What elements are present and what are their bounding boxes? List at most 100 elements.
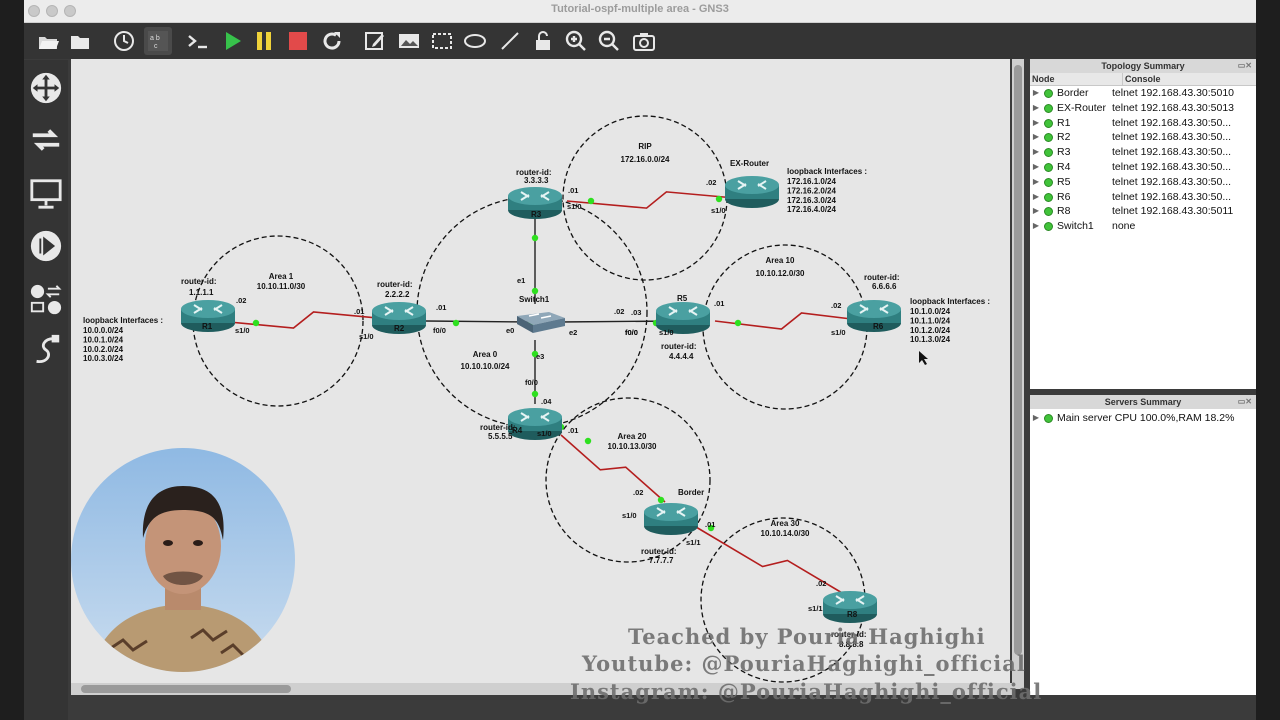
node-name: R8 — [1057, 205, 1071, 218]
interface-label: s1/0 — [537, 429, 552, 438]
router-id-label: router-id: — [864, 273, 900, 282]
browse-all-devices-button[interactable] — [28, 282, 64, 318]
stop-all-button[interactable] — [284, 27, 312, 55]
expand-arrow-icon[interactable]: ▶ — [1030, 219, 1042, 234]
browse-routers-button[interactable] — [28, 70, 64, 106]
expand-arrow-icon[interactable]: ▶ — [1030, 160, 1042, 175]
switch-name: Switch1 — [519, 295, 550, 304]
port-status-dot — [531, 234, 539, 242]
node-name: Border — [1057, 87, 1089, 99]
server-row[interactable]: ▶ Main server CPU 100.0%,RAM 18.2% — [1030, 411, 1256, 426]
draw-ellipse-button[interactable] — [461, 27, 489, 55]
area-boundary-rip[interactable] — [562, 115, 728, 281]
topology-row[interactable]: ▶ R2 telnet 192.168.43.30:50... — [1030, 130, 1256, 145]
screenshot-button[interactable] — [630, 27, 658, 55]
port-status-dot — [531, 287, 539, 295]
interface-label: s1/0 — [711, 206, 726, 215]
router-name-r8: R8 — [847, 610, 858, 619]
topology-row[interactable]: ▶ R1 telnet 192.168.43.30:50... — [1030, 116, 1256, 131]
link-r2-switch[interactable] — [425, 320, 534, 323]
router-node-border[interactable] — [644, 503, 698, 535]
topology-row[interactable]: ▶ Switch1 none — [1030, 219, 1256, 234]
router-id-value: 2.2.2.2 — [385, 290, 410, 299]
expand-arrow-icon[interactable]: ▶ — [1030, 116, 1042, 131]
rectangle-icon — [432, 33, 452, 49]
switch-node-switch1[interactable] — [517, 312, 565, 333]
topology-row[interactable]: ▶ EX-Router telnet 192.168.43.30:5013 — [1030, 101, 1256, 116]
draw-line-button[interactable] — [496, 27, 524, 55]
browse-security-devices-button[interactable] — [28, 228, 64, 264]
port-status-dot — [531, 390, 539, 398]
status-up-icon — [1044, 133, 1053, 143]
reload-all-button[interactable] — [318, 27, 346, 55]
console-all-button[interactable] — [184, 27, 212, 55]
watermark-instagram: Instagram: @PouriaHaghighi_official — [570, 679, 1043, 704]
dock-float-icon[interactable]: ▭✕ — [1238, 395, 1252, 409]
area-subnet-area0: 10.10.10.0/24 — [461, 362, 510, 371]
router-name-r1: R1 — [202, 322, 213, 331]
open-project-button[interactable] — [34, 27, 62, 55]
node-name: R2 — [1057, 131, 1071, 144]
open-folder-button[interactable] — [66, 27, 94, 55]
edit-icon — [365, 32, 384, 50]
column-node[interactable]: Node — [1030, 73, 1122, 85]
port-status-dot — [252, 319, 260, 327]
expand-arrow-icon[interactable]: ▶ — [1030, 175, 1042, 190]
area-subnet-area30: 10.10.14.0/30 — [761, 529, 810, 538]
expand-arrow-icon[interactable]: ▶ — [1030, 101, 1042, 116]
browse-switches-button[interactable] — [28, 122, 64, 158]
port-status-dot — [715, 195, 723, 203]
router-id-label: router-id: — [661, 342, 697, 351]
dock-float-icon[interactable]: ▭✕ — [1238, 59, 1252, 73]
vertical-scroll-thumb[interactable] — [1014, 65, 1022, 655]
camera-icon — [633, 33, 655, 51]
expand-arrow-icon[interactable]: ▶ — [1030, 86, 1042, 101]
area-boundary-area0[interactable] — [416, 196, 648, 428]
add-link-button[interactable] — [28, 332, 64, 368]
ellipse-icon — [464, 34, 486, 48]
zoom-out-button[interactable] — [595, 27, 623, 55]
loopback-title-r1: loopback Interfaces : — [83, 316, 163, 325]
expand-arrow-icon[interactable]: ▶ — [1030, 411, 1042, 426]
draw-rectangle-button[interactable] — [428, 27, 456, 55]
insert-picture-button[interactable] — [395, 27, 423, 55]
interface-label: e2 — [569, 328, 577, 337]
expand-arrow-icon[interactable]: ▶ — [1030, 145, 1042, 160]
router-node-r4[interactable] — [508, 408, 562, 440]
expand-arrow-icon[interactable]: ▶ — [1030, 130, 1042, 145]
add-note-button[interactable] — [361, 27, 389, 55]
loopback-subnet: 10.1.3.0/24 — [910, 335, 951, 344]
browse-end-devices-button[interactable] — [28, 176, 64, 212]
snapshot-button[interactable] — [110, 27, 138, 55]
zoom-out-icon — [598, 30, 619, 51]
topology-row[interactable]: ▶ R3 telnet 192.168.43.30:50... — [1030, 145, 1256, 160]
topology-row[interactable]: ▶ R8 telnet 192.168.43.30:5011 — [1030, 204, 1256, 219]
suspend-all-button[interactable] — [250, 27, 278, 55]
router-node-ex-router[interactable] — [725, 176, 779, 208]
topology-row[interactable]: ▶ Border telnet 192.168.43.30:5010 — [1030, 86, 1256, 101]
topology-row[interactable]: ▶ R4 telnet 192.168.43.30:50... — [1030, 160, 1256, 175]
expand-arrow-icon[interactable]: ▶ — [1030, 190, 1042, 205]
loopback-subnet: 172.16.2.0/24 — [787, 186, 836, 195]
picture-icon — [399, 34, 419, 48]
interface-label: .01 — [705, 520, 715, 529]
topology-row[interactable]: ▶ R6 telnet 192.168.43.30:50... — [1030, 190, 1256, 205]
horizontal-scroll-thumb[interactable] — [81, 685, 291, 693]
canvas-vertical-scrollbar[interactable] — [1012, 59, 1024, 689]
topology-summary-header: Node Console — [1030, 73, 1256, 86]
zoom-in-button[interactable] — [562, 27, 590, 55]
topology-row[interactable]: ▶ R5 telnet 192.168.43.30:50... — [1030, 175, 1256, 190]
expand-arrow-icon[interactable]: ▶ — [1030, 204, 1042, 219]
interface-label: .02 — [706, 178, 716, 187]
interface-label: .02 — [614, 307, 624, 316]
router-name-r5: R5 — [677, 294, 688, 303]
switch-icon — [32, 129, 60, 151]
router-id-label: router-id: — [377, 280, 413, 289]
loopback-subnet: 172.16.3.0/24 — [787, 196, 836, 205]
show-labels-button[interactable]: a bc — [144, 27, 172, 55]
zoom-in-icon — [565, 30, 586, 51]
column-console[interactable]: Console — [1122, 73, 1256, 85]
lock-items-button[interactable] — [529, 27, 557, 55]
router-name-r2: R2 — [394, 324, 405, 333]
start-all-button[interactable] — [218, 27, 246, 55]
